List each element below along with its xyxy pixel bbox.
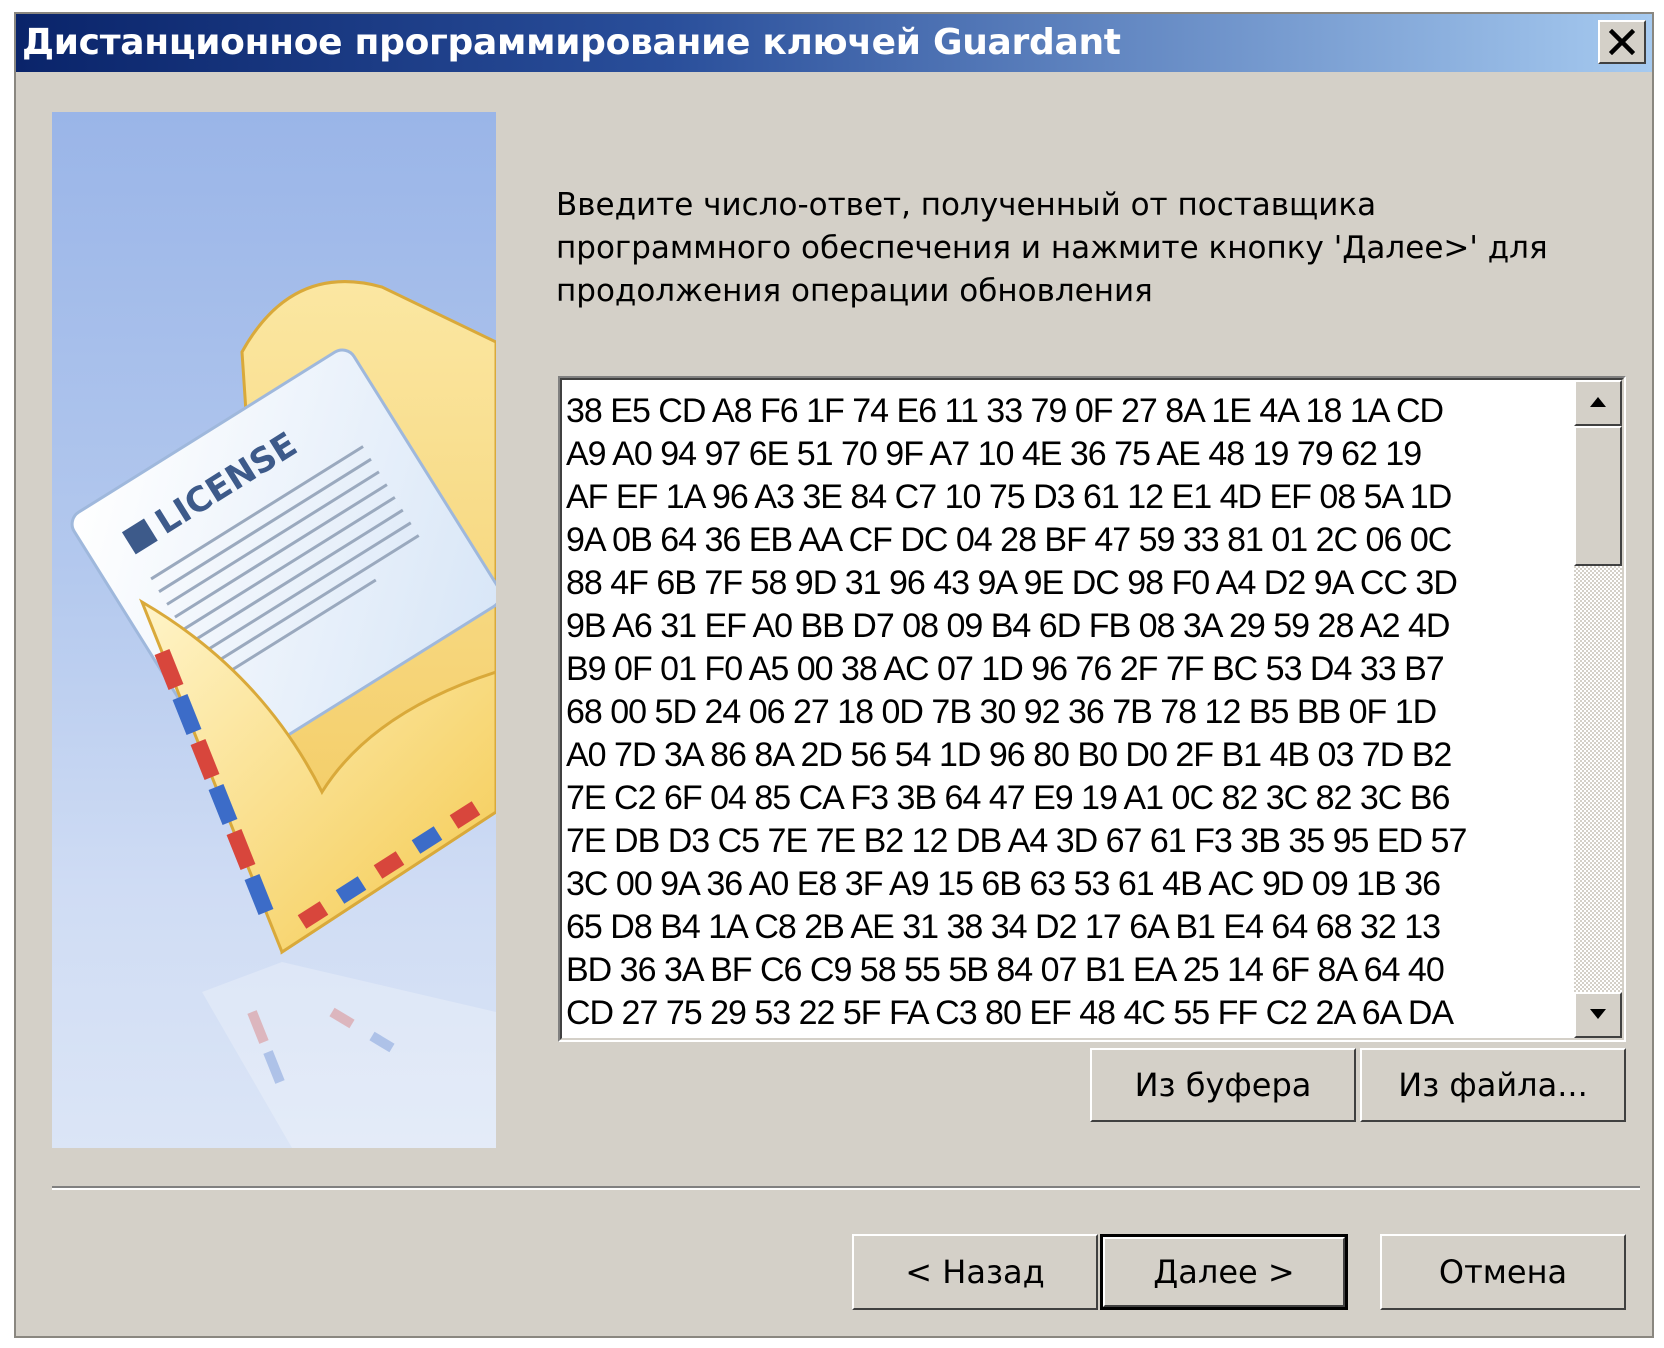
hex-line: 65 D8 B4 1A C8 2B AE 31 38 34 D2 17 6A B… <box>566 908 1441 946</box>
hex-line: 7E DB D3 C5 7E 7E B2 12 DB A4 3D 67 61 F… <box>566 822 1467 860</box>
cancel-label: Отмена <box>1438 1253 1568 1291</box>
hex-line: AF EF 1A 96 A3 3E 84 C7 10 75 D3 61 12 E… <box>566 478 1452 516</box>
from-file-button[interactable]: Из файла... <box>1360 1048 1626 1122</box>
hex-line: A0 7D 3A 86 8A 2D 56 54 1D 96 80 B0 D0 2… <box>566 736 1452 774</box>
close-icon <box>1609 29 1635 55</box>
envelope-icon: LICENSE <box>70 280 496 1148</box>
scroll-up-button[interactable] <box>1574 380 1622 426</box>
separator-line <box>52 1186 1640 1190</box>
hex-line: BD 36 3A BF C6 C9 58 55 5B 84 07 B1 EA 2… <box>566 951 1445 989</box>
close-button[interactable] <box>1598 20 1646 64</box>
from-clipboard-button[interactable]: Из буфера <box>1090 1048 1356 1122</box>
hex-line: 88 4F 6B 7F 58 9D 31 96 43 9A 9E DC 98 F… <box>566 564 1458 602</box>
scroll-down-button[interactable] <box>1574 992 1622 1038</box>
from-clipboard-label: Из буфера <box>1134 1066 1312 1104</box>
hex-line: B9 0F 01 F0 A5 00 38 AC 07 1D 96 76 2F 7… <box>566 650 1445 688</box>
vertical-scrollbar[interactable] <box>1574 380 1622 1038</box>
response-hex-text[interactable]: 38 E5 CD A8 F6 1F 74 E6 11 33 79 0F 27 8… <box>566 390 1566 1034</box>
instruction-text: Введите число-ответ, полученный от поста… <box>556 187 1548 309</box>
title-bar[interactable]: Дистанционное программирование ключей Gu… <box>16 14 1652 72</box>
next-label: Далее > <box>1153 1253 1295 1291</box>
back-label: < Назад <box>905 1253 1045 1291</box>
hex-line: 38 E5 CD A8 F6 1F 74 E6 11 33 79 0F 27 8… <box>566 392 1444 430</box>
hex-line: 68 00 5D 24 06 27 18 0D 7B 30 92 36 7B 7… <box>566 693 1437 731</box>
hex-line: 3C 00 9A 36 A0 E8 3F A9 15 6B 63 53 61 4… <box>566 865 1441 903</box>
hex-line: CD 27 75 29 53 22 5F FA C3 80 EF 48 4C 5… <box>566 994 1454 1032</box>
response-textarea[interactable]: 38 E5 CD A8 F6 1F 74 E6 11 33 79 0F 27 8… <box>558 376 1626 1042</box>
hex-line: 9A 0B 64 36 EB AA CF DC 04 28 BF 47 59 3… <box>566 521 1452 559</box>
window-title: Дистанционное программирование ключей Gu… <box>22 22 1121 63</box>
dialog-window: Дистанционное программирование ключей Gu… <box>14 12 1654 1338</box>
hex-line: 7E C2 6F 04 85 CA F3 3B 64 47 E9 19 A1 0… <box>566 779 1450 817</box>
arrow-up-icon <box>1590 397 1606 407</box>
hex-line: 9B A6 31 EF A0 BB D7 08 09 B4 6D FB 08 3… <box>566 607 1450 645</box>
from-file-label: Из файла... <box>1398 1066 1588 1104</box>
back-button[interactable]: < Назад <box>852 1234 1098 1310</box>
cancel-button[interactable]: Отмена <box>1380 1234 1626 1310</box>
license-envelope-illustration: LICENSE <box>52 112 496 1148</box>
scroll-thumb[interactable] <box>1574 426 1622 566</box>
hex-line: A9 A0 94 97 6E 51 70 9F A7 10 4E 36 75 A… <box>566 435 1422 473</box>
next-button[interactable]: Далее > <box>1100 1234 1348 1310</box>
arrow-down-icon <box>1590 1009 1606 1019</box>
